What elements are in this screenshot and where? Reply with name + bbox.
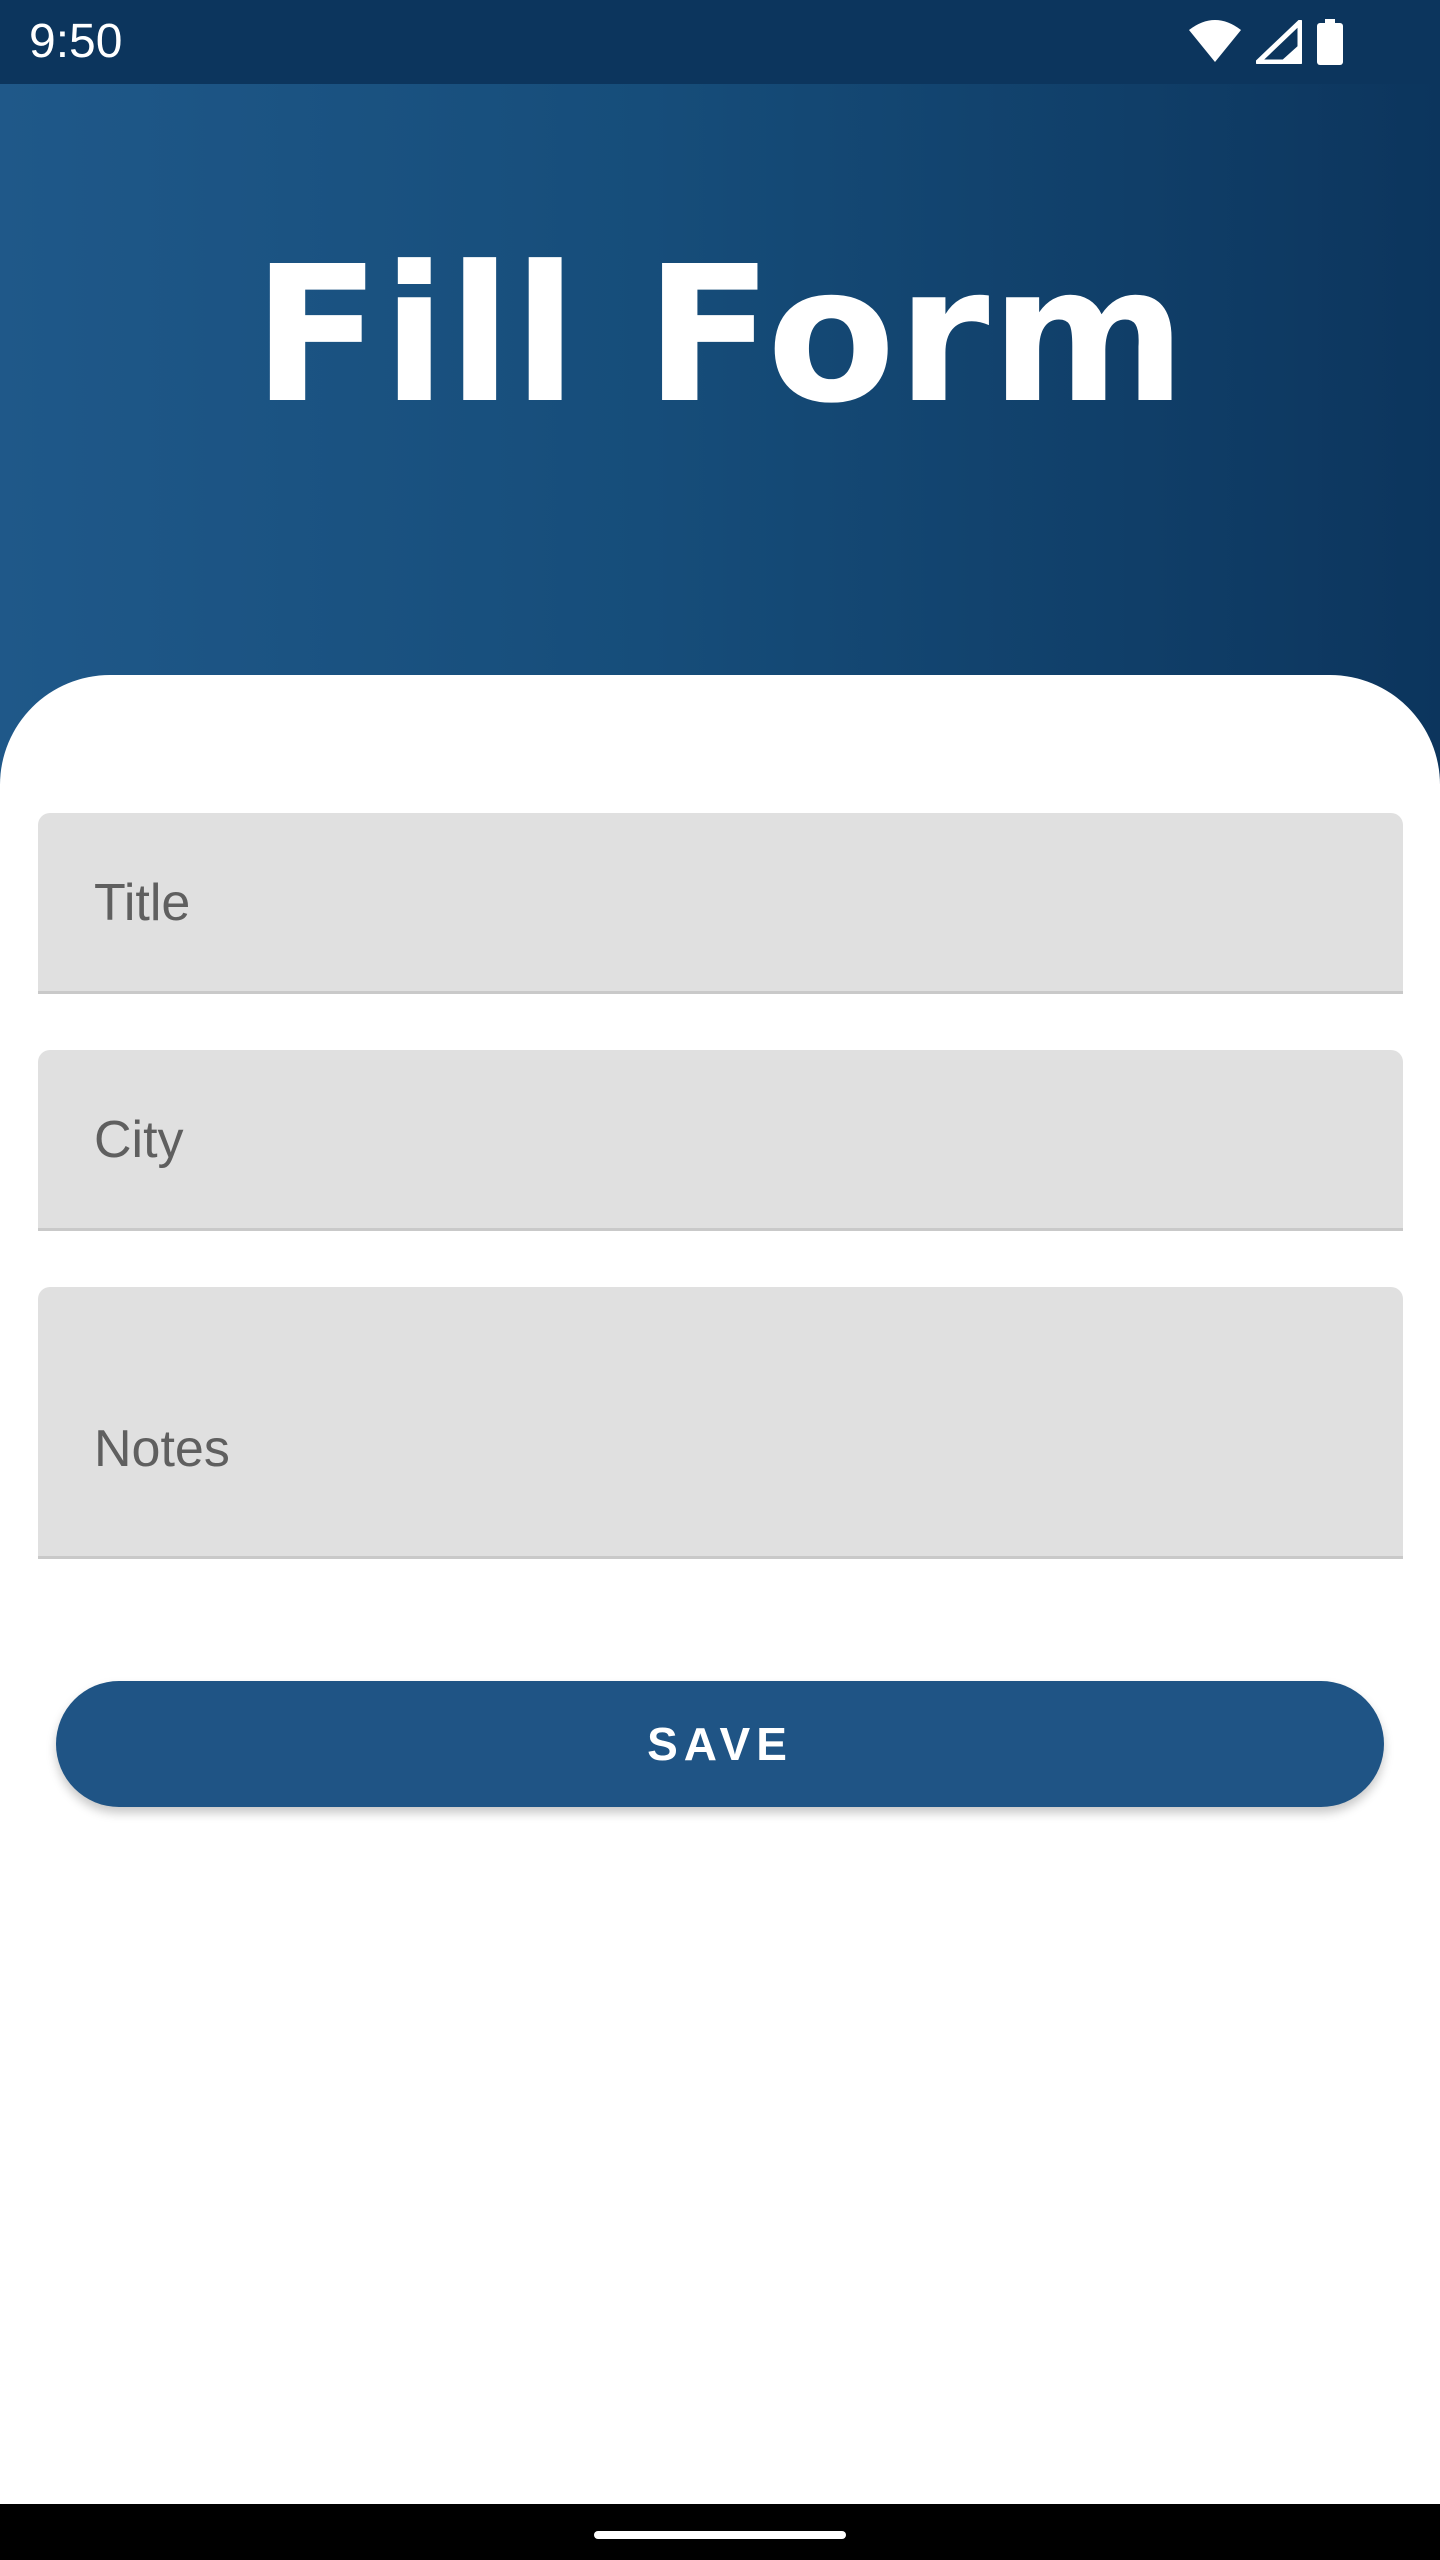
notes-field-label: Notes bbox=[94, 1420, 230, 1478]
wifi-icon bbox=[1188, 20, 1242, 64]
status-bar: 9:50 bbox=[0, 0, 1440, 84]
status-icons bbox=[1188, 18, 1344, 66]
navigation-bar bbox=[0, 2504, 1440, 2560]
city-field[interactable]: City bbox=[38, 1050, 1403, 1231]
form-card: Title City Notes SAVE bbox=[0, 675, 1440, 2505]
home-handle[interactable] bbox=[594, 2531, 846, 2539]
cellular-signal-icon bbox=[1256, 20, 1302, 64]
title-field-label: Title bbox=[94, 874, 191, 932]
save-button[interactable]: SAVE bbox=[56, 1681, 1384, 1807]
status-time: 9:50 bbox=[29, 15, 123, 68]
city-field-label: City bbox=[94, 1111, 184, 1169]
title-field[interactable]: Title bbox=[38, 813, 1403, 994]
page-title: Fill Form bbox=[252, 226, 1188, 445]
notes-field[interactable]: Notes bbox=[38, 1287, 1403, 1559]
battery-icon bbox=[1316, 19, 1344, 65]
